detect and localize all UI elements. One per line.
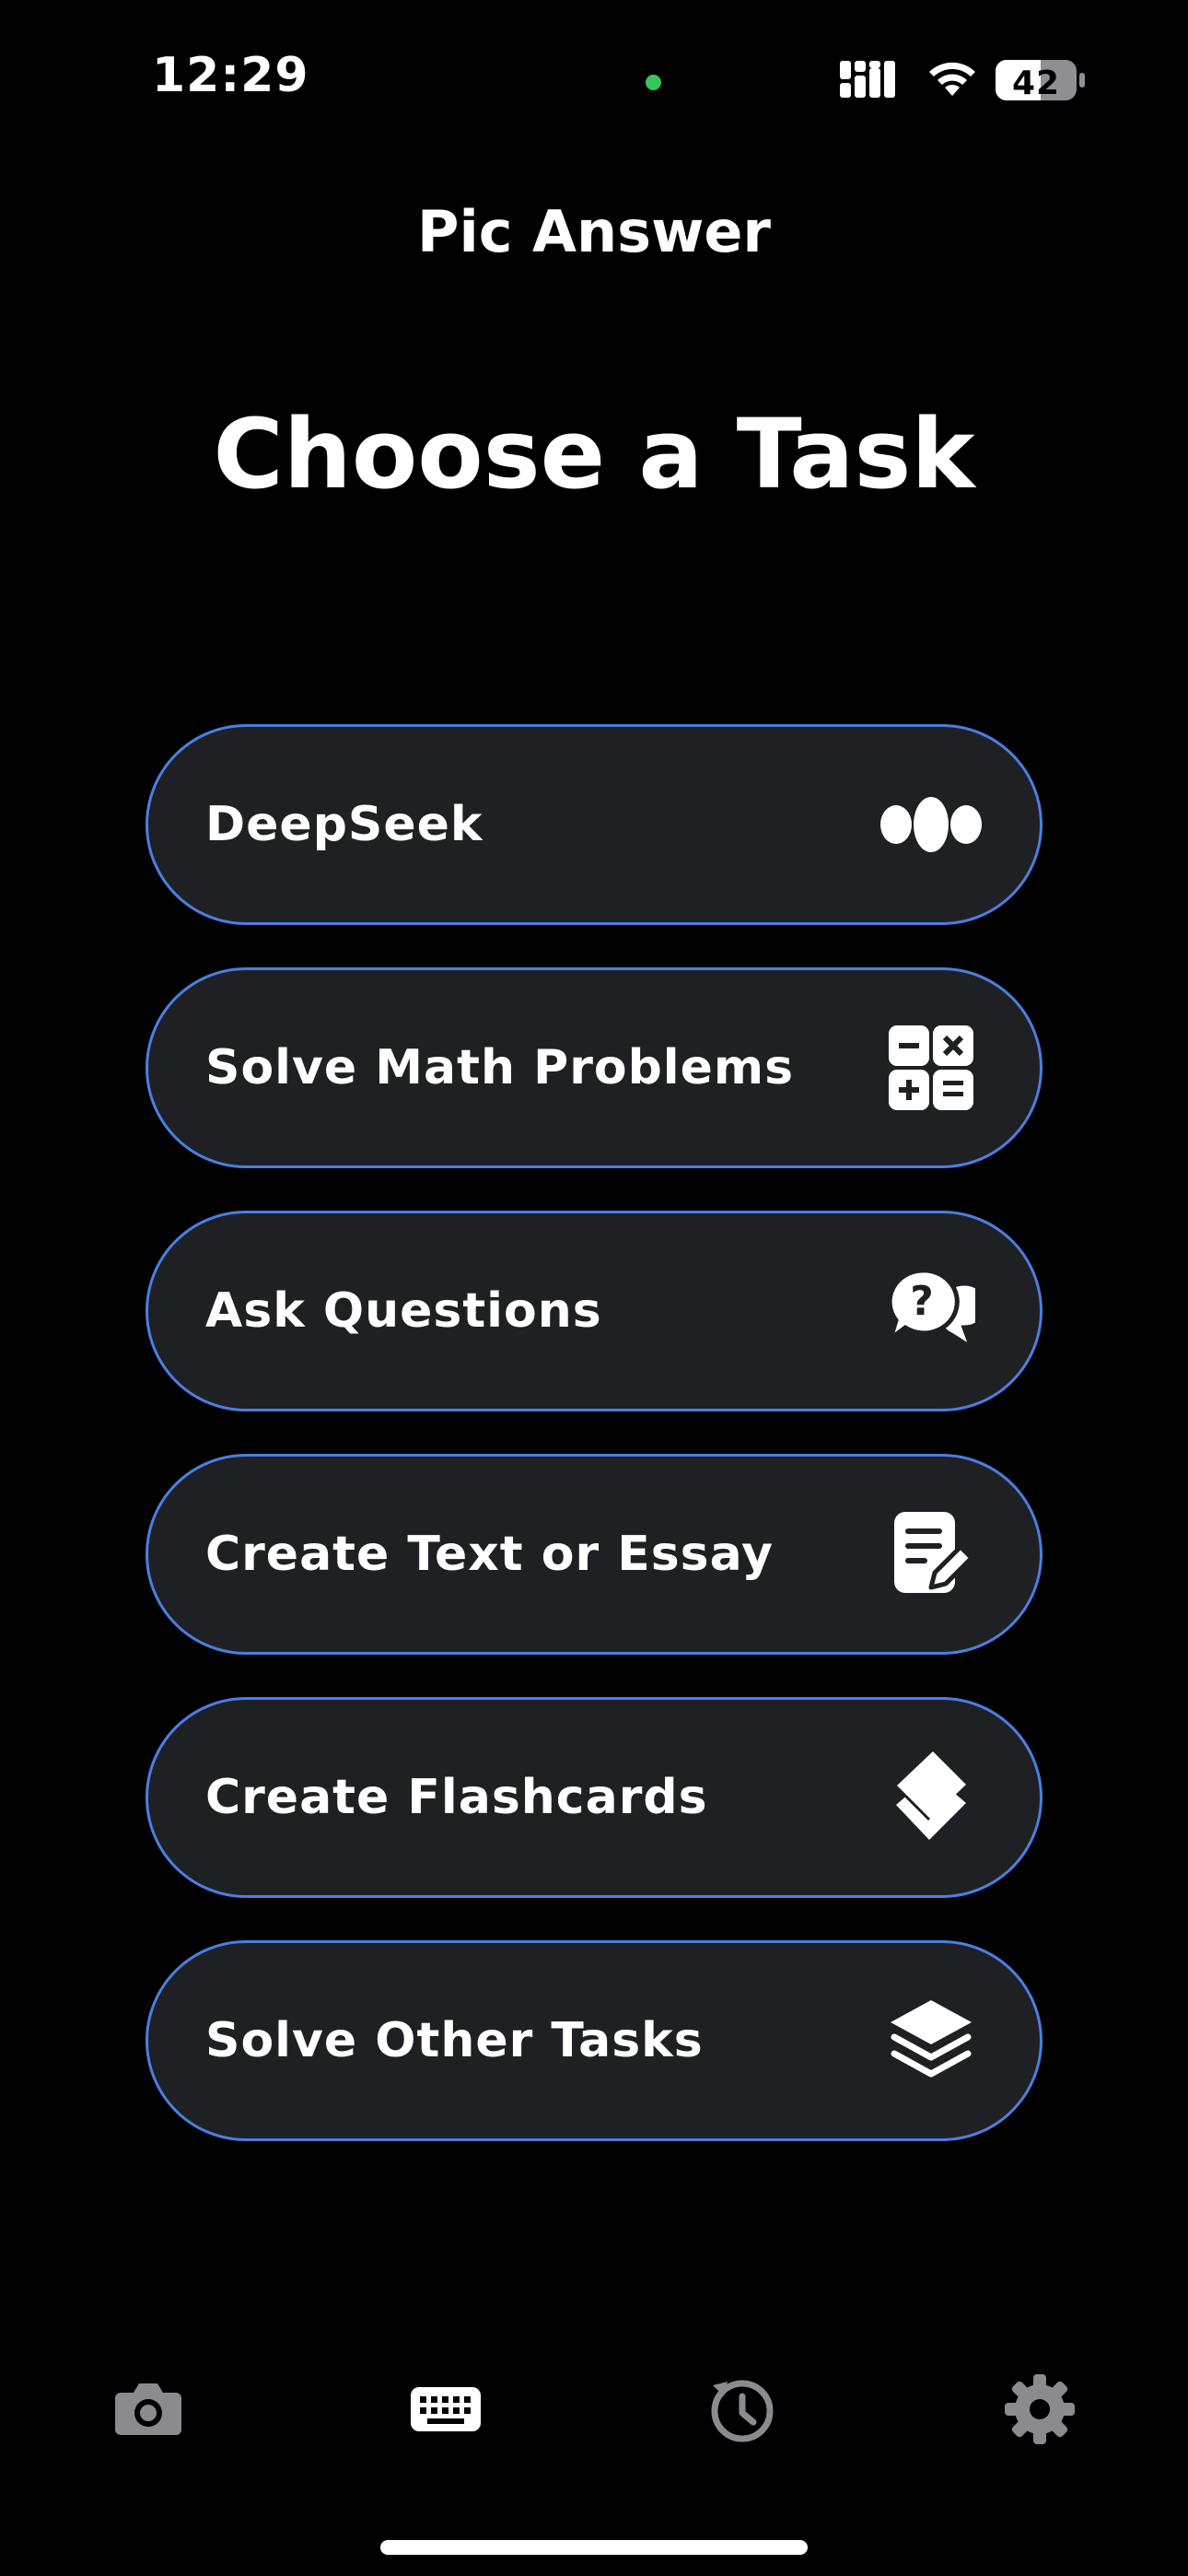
calculator-icon xyxy=(876,1013,986,1123)
gear-icon xyxy=(1005,2374,1075,2444)
page-title: Choose a Task xyxy=(213,398,975,510)
task-button-deepseek[interactable]: DeepSeek xyxy=(146,724,1042,925)
keyboard-icon xyxy=(411,2387,481,2431)
task-button-ask-questions[interactable]: Ask Questions ? xyxy=(146,1211,1042,1411)
task-button-solve-other[interactable]: Solve Other Tasks xyxy=(146,1940,1042,2141)
wifi-icon xyxy=(929,62,975,96)
cellular-signal-icon xyxy=(840,61,895,98)
tab-keyboard[interactable] xyxy=(395,2359,496,2460)
tab-settings[interactable] xyxy=(989,2359,1090,2460)
task-label: Ask Questions xyxy=(205,1283,602,1339)
privacy-indicator-dot xyxy=(646,75,661,90)
document-edit-icon xyxy=(876,1499,986,1610)
tab-bar xyxy=(0,2359,1188,2460)
task-label: Solve Other Tasks xyxy=(205,2013,704,2068)
status-icons: 42 xyxy=(840,53,1089,107)
status-time: 12:29 xyxy=(152,48,309,103)
battery-level: 42 xyxy=(1011,64,1061,102)
flashcards-icon xyxy=(876,1742,986,1853)
app-title: Pic Answer xyxy=(417,198,771,265)
status-bar: 12:29 42 xyxy=(0,0,1188,157)
camera-icon xyxy=(115,2383,181,2435)
task-label: Solve Math Problems xyxy=(205,1040,795,1095)
task-label: DeepSeek xyxy=(205,797,483,852)
task-button-solve-math[interactable]: Solve Math Problems xyxy=(146,967,1042,1168)
task-list: DeepSeek Solve Math Problems Ask Questio… xyxy=(146,724,1042,2184)
home-indicator xyxy=(380,2540,808,2555)
history-icon xyxy=(711,2380,774,2442)
task-button-create-flashcards[interactable]: Create Flashcards xyxy=(146,1697,1042,1898)
tab-camera[interactable] xyxy=(98,2359,199,2460)
deepseek-icon xyxy=(876,769,986,880)
tab-history[interactable] xyxy=(692,2359,793,2460)
question-chat-icon: ? xyxy=(876,1256,986,1366)
task-label: Create Flashcards xyxy=(205,1770,708,1825)
task-label: Create Text or Essay xyxy=(205,1527,775,1582)
layers-icon xyxy=(876,1985,986,2096)
task-button-create-text[interactable]: Create Text or Essay xyxy=(146,1454,1042,1655)
svg-text:?: ? xyxy=(910,1278,934,1325)
